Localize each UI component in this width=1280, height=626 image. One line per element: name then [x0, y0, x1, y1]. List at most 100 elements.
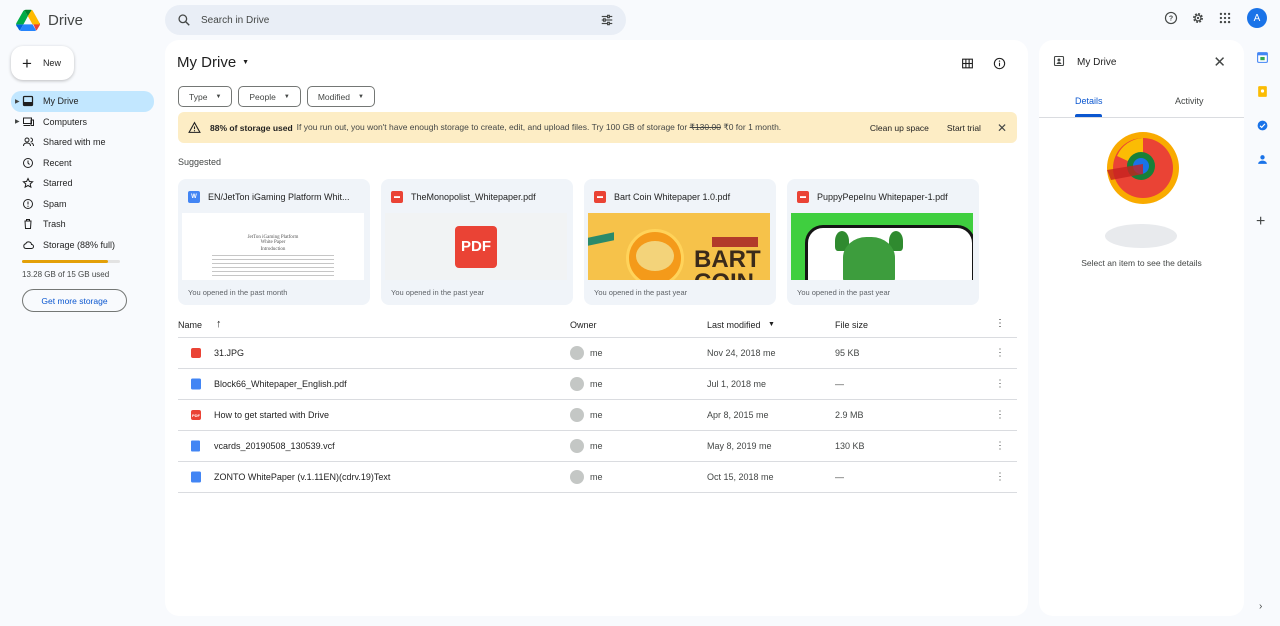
owner-cell: me	[570, 408, 603, 422]
settings-gear-icon[interactable]	[1191, 11, 1205, 25]
svg-text:?: ?	[1169, 16, 1173, 23]
add-addon-plus-icon[interactable]: +	[1256, 213, 1265, 231]
file-name: vcards_20190508_130539.vcf	[214, 441, 335, 451]
file-name: How to get started with Drive	[214, 410, 330, 420]
suggested-card[interactable]: ▬Bart Coin Whitepaper 1.0.pdf BART COIN …	[584, 179, 776, 305]
suggested-card[interactable]: ▬ PuppyPepeInu Whitepaper-1.pdf You opene…	[787, 179, 979, 305]
user-avatar-icon	[570, 408, 584, 422]
file-name: 31.JPG	[214, 348, 245, 358]
start-trial-link[interactable]: Start trial	[947, 123, 981, 133]
search-input[interactable]	[201, 14, 600, 26]
more-vert-icon[interactable]: ⋮	[995, 441, 1005, 452]
column-last-modified[interactable]: Last modified	[707, 320, 761, 330]
filter-type-chip[interactable]: Type ▼	[178, 86, 233, 107]
table-row[interactable]: PDF How to get started with Drive me Apr…	[178, 400, 1017, 431]
expand-caret-icon[interactable]: ▶	[15, 118, 20, 125]
calendar-icon[interactable]	[1255, 50, 1269, 64]
page-title-dropdown[interactable]: My Drive ▼	[177, 54, 249, 71]
filter-modified-chip[interactable]: Modified ▼	[306, 86, 375, 107]
sidebar-item-label: Storage (88% full)	[43, 239, 116, 250]
column-owner[interactable]: Owner	[570, 320, 597, 330]
file-size: 130 KB	[835, 441, 865, 451]
more-vert-icon[interactable]: ⋮	[995, 318, 1005, 329]
sidebar-item-computers[interactable]: ▶ Computers	[11, 112, 154, 133]
warning-triangle-icon	[188, 121, 202, 134]
sort-down-icon[interactable]: ▼	[768, 321, 775, 328]
dropdown-arrow-icon: ▼	[283, 93, 290, 100]
new-button[interactable]: + New	[11, 46, 74, 80]
account-avatar[interactable]: A	[1247, 8, 1267, 28]
drive-logo-icon	[16, 9, 40, 31]
storage-progress-fill	[22, 260, 109, 263]
image-file-icon	[191, 348, 201, 358]
plus-icon: +	[22, 53, 32, 73]
sidebar-item-storage[interactable]: Storage (88% full)	[11, 235, 154, 256]
close-icon[interactable]: ✕	[1213, 53, 1226, 71]
card-title: Bart Coin Whitepaper 1.0.pdf	[614, 192, 731, 202]
tasks-icon[interactable]	[1255, 118, 1269, 132]
sidebar-item-recent[interactable]: Recent	[11, 153, 154, 174]
pdf-badge: PDF	[455, 225, 497, 268]
owner-cell: me	[570, 439, 603, 453]
table-row[interactable]: Block66_Whitepaper_English.pdf me Jul 1,…	[178, 369, 1017, 400]
computer-icon	[21, 116, 35, 128]
sort-arrow-up-icon[interactable]: ↑	[216, 318, 222, 330]
pdf-icon: ▬	[797, 191, 809, 203]
sidebar-item-my-drive[interactable]: ▶ My Drive	[11, 91, 154, 112]
filter-people-chip[interactable]: People ▼	[238, 86, 301, 107]
app-name: Drive	[48, 11, 84, 29]
pdf-icon: ▬	[391, 191, 403, 203]
help-icon[interactable]: ?	[1164, 11, 1178, 25]
card-thumbnail: PDF	[385, 213, 567, 280]
star-icon	[21, 177, 35, 189]
column-name[interactable]: Name	[178, 320, 202, 330]
search-bar[interactable]	[165, 5, 626, 35]
drive-logo[interactable]: Drive	[16, 9, 83, 31]
old-price: ₹130.00	[689, 122, 721, 132]
card-activity: You opened in the past year	[594, 288, 688, 297]
sidebar-item-trash[interactable]: Trash	[11, 214, 154, 235]
suggested-card[interactable]: ▬ TheMonopolist_Whitepaper.pdf PDF You op…	[381, 179, 573, 305]
chevron-right-icon[interactable]: ›	[1259, 601, 1262, 612]
more-vert-icon[interactable]: ⋮	[995, 410, 1005, 421]
keep-icon[interactable]	[1255, 84, 1269, 98]
search-icon[interactable]	[177, 13, 191, 27]
chip-label: Modified	[317, 91, 350, 102]
tab-details[interactable]: Details	[1075, 96, 1103, 106]
generic-file-icon	[191, 440, 200, 452]
banner-headline: 88% of storage used	[210, 122, 293, 133]
card-thumbnail: BART COIN	[588, 213, 770, 280]
more-vert-icon[interactable]: ⋮	[995, 348, 1005, 359]
info-icon[interactable]	[992, 56, 1006, 70]
sidebar-item-starred[interactable]: Starred	[11, 173, 154, 194]
table-row[interactable]: ZONTO WhitePaper (v.1.11EN)(cdrv.19)Text…	[178, 462, 1017, 493]
table-row[interactable]: 31.JPG me Nov 24, 2018 me 95 KB ⋮	[178, 338, 1017, 369]
sidebar-item-spam[interactable]: Spam	[11, 194, 154, 215]
more-vert-icon[interactable]: ⋮	[995, 379, 1005, 390]
get-more-storage-button[interactable]: Get more storage	[22, 289, 127, 312]
close-icon[interactable]: ✕	[997, 121, 1007, 135]
table-row[interactable]: vcards_20190508_130539.vcf me May 8, 201…	[178, 431, 1017, 462]
storage-used-text: 13.28 GB of 15 GB used	[22, 270, 110, 279]
suggested-card[interactable]: W EN/JetTon iGaming Platform Whit... JetT…	[178, 179, 370, 305]
grid-view-icon[interactable]	[960, 56, 974, 70]
column-file-size[interactable]: File size	[835, 320, 868, 330]
new-button-label: New	[42, 58, 61, 68]
side-apps-rail	[1253, 50, 1271, 166]
contacts-icon[interactable]	[1255, 152, 1269, 166]
sidebar-item-label: Trash	[43, 219, 66, 230]
sidebar-nav: ▶ My Drive ▶ Computers Shared with me Re…	[11, 91, 154, 255]
owner-cell: me	[570, 346, 603, 360]
file-table-header: Name ↑ Owner Last modified ▼ File size ⋮	[178, 316, 1017, 338]
sidebar-item-shared-with-me[interactable]: Shared with me	[11, 132, 154, 153]
tab-activity[interactable]: Activity	[1175, 96, 1204, 106]
more-vert-icon[interactable]: ⋮	[995, 472, 1005, 483]
modified-date: Oct 15, 2018 me	[707, 472, 774, 482]
page-title: My Drive	[177, 54, 237, 71]
apps-grid-icon[interactable]	[1218, 11, 1232, 25]
user-avatar-icon	[570, 377, 584, 391]
clean-up-space-link[interactable]: Clean up space	[870, 123, 929, 133]
expand-caret-icon[interactable]: ▶	[15, 98, 20, 105]
search-options-icon[interactable]	[600, 13, 614, 27]
chip-label: Type	[189, 91, 208, 102]
